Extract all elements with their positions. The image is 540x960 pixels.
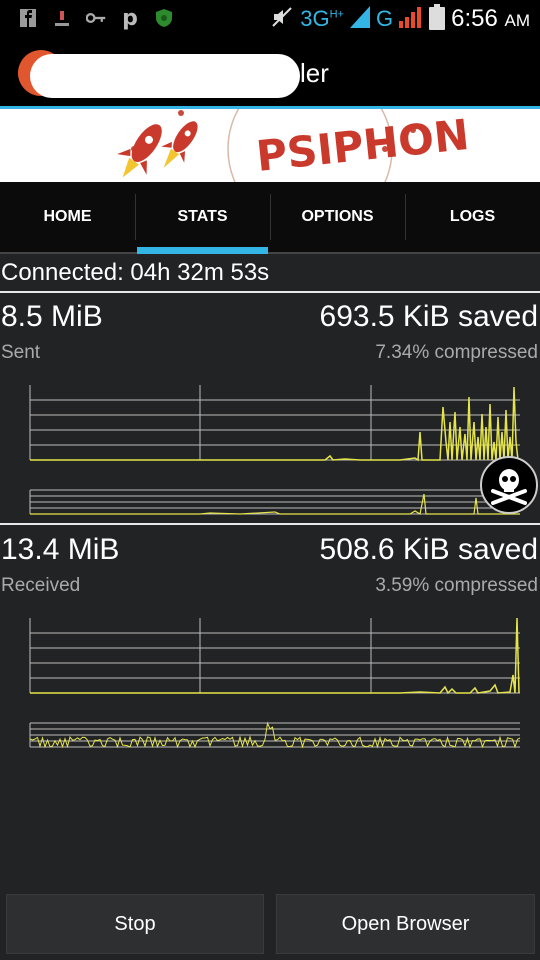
sent-graph xyxy=(29,385,520,515)
divider xyxy=(0,523,540,525)
divider xyxy=(0,291,540,293)
stop-button[interactable]: Stop xyxy=(6,894,264,954)
key-icon xyxy=(86,7,106,29)
tab-stats[interactable]: STATS xyxy=(135,182,270,254)
network-type-2: G xyxy=(375,6,394,31)
p-icon: p xyxy=(122,5,138,31)
download-icon xyxy=(52,7,72,29)
network-type: 3GH+ xyxy=(300,6,344,31)
app-title: ler xyxy=(300,58,329,88)
signal-strength-icon xyxy=(399,6,423,32)
clock: 6:56 AM xyxy=(451,5,530,32)
shield-icon xyxy=(154,7,174,29)
connected-time: Connected: 04h 32m 53s xyxy=(1,259,270,286)
mute-icon xyxy=(270,5,294,33)
open-browser-button[interactable]: Open Browser xyxy=(276,894,535,954)
received-compressed: 3.59% compressed xyxy=(375,575,538,596)
redacted-title xyxy=(30,54,300,98)
received-saved: 508.6 KiB saved xyxy=(319,533,538,566)
received-amount: 13.4 MiB xyxy=(1,533,120,566)
received-graph xyxy=(29,617,521,749)
battery-icon xyxy=(429,4,446,34)
signal-icon xyxy=(349,6,370,32)
tab-home[interactable]: HOME xyxy=(0,182,135,252)
status-bar: p 3GH+ G 6:56 AM xyxy=(0,0,540,38)
tab-bar: HOME STATS OPTIONS LOGS xyxy=(0,182,540,254)
received-label: Received xyxy=(1,575,81,596)
psiphon-banner[interactable]: PSIPHON xyxy=(0,109,540,182)
sent-amount: 8.5 MiB xyxy=(1,300,103,333)
facebook-icon xyxy=(18,7,38,29)
psiphon-brand-text: PSIPHON xyxy=(254,110,471,181)
psiphon-logo: PSIPHON xyxy=(117,109,471,182)
sent-saved: 693.5 KiB saved xyxy=(319,300,538,333)
sent-compressed: 7.34% compressed xyxy=(375,342,538,363)
skull-crossbones-icon[interactable] xyxy=(480,456,538,514)
sent-label: Sent xyxy=(1,342,41,363)
stats-panel: Connected: 04h 32m 53s 8.5 MiB 693.5 KiB… xyxy=(0,254,540,960)
tab-options[interactable]: OPTIONS xyxy=(270,182,405,252)
tab-logs[interactable]: LOGS xyxy=(405,182,540,252)
